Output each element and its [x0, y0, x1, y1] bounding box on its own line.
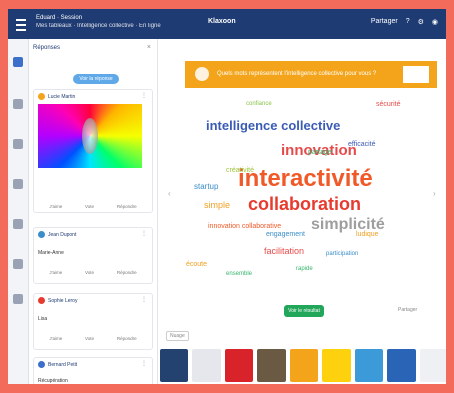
avatar	[38, 231, 45, 238]
cloud-word: efficacité	[348, 141, 376, 148]
quiz-icon[interactable]	[13, 139, 23, 149]
kaleidoscope-image	[38, 104, 142, 168]
more-icon[interactable]: ⋮	[141, 92, 147, 99]
question-banner: Quels mots représentent l'intelligence c…	[185, 61, 437, 88]
more-icon[interactable]: ⋮	[141, 230, 147, 237]
board-icon[interactable]	[13, 99, 23, 109]
prev-arrow-icon[interactable]: ‹	[168, 189, 171, 198]
avatar	[38, 297, 45, 304]
card-text: Marie-Anne	[38, 250, 64, 256]
cloud-word: simple	[204, 200, 231, 210]
card-text: Récupération	[38, 378, 68, 384]
app-logo: Klaxoon	[208, 18, 236, 25]
cloud-word: partage	[308, 149, 332, 156]
cloud-word: interactivité	[238, 165, 373, 192]
qr-code-icon[interactable]	[403, 66, 429, 83]
avatar	[38, 361, 45, 368]
view-result-button[interactable]: Voir le résultat	[284, 305, 324, 317]
cloud-word: facilitation	[264, 246, 305, 256]
thumbnail[interactable]	[289, 349, 319, 382]
main-panel: Quels mots représentent l'intelligence c…	[158, 39, 446, 384]
card-text: Lisa	[38, 316, 48, 322]
cloud-word: intelligence collective	[206, 118, 341, 133]
vote-button[interactable]: Vote	[85, 270, 94, 275]
card-actions: J'aime Vote Répondre	[38, 204, 148, 209]
cloud-tag[interactable]: Nuage	[166, 331, 189, 341]
card-header: Lucie Martin	[38, 93, 75, 100]
response-card[interactable]: Bernard Petit ⋮ Récupération	[33, 357, 153, 384]
lightbulb-icon	[195, 67, 209, 81]
thumbnail[interactable]	[160, 349, 189, 382]
cloud-word: créativité	[226, 167, 255, 174]
menu-icon[interactable]	[16, 19, 26, 31]
thumbnail[interactable]	[224, 349, 254, 382]
share-button[interactable]: Partager	[371, 18, 398, 26]
thumbnail[interactable]	[322, 349, 351, 382]
vote-button[interactable]: Vote	[85, 204, 94, 209]
like-button[interactable]: J'aime	[49, 270, 62, 275]
vote-button[interactable]: Vote	[85, 336, 94, 341]
profile-icon[interactable]: ◉	[432, 18, 438, 26]
avatar	[38, 93, 45, 100]
response-card[interactable]: Jean Dupont ⋮ Marie-Anne J'aime Vote Rép…	[33, 227, 153, 284]
cloud-word: ensemble	[226, 271, 253, 277]
cloud-word: ludique	[356, 231, 379, 238]
share-link[interactable]: Partager	[398, 307, 417, 313]
card-actions: J'aime Vote Répondre	[38, 336, 148, 341]
video-icon[interactable]	[13, 219, 23, 229]
members-icon[interactable]	[13, 259, 23, 269]
activity-icon[interactable]	[13, 57, 23, 67]
sidebar-title: Réponses	[33, 45, 61, 51]
more-icon[interactable]: ⋮	[141, 360, 147, 367]
card-author: Lucie Martin	[48, 93, 76, 100]
cloud-word: sécurité	[376, 101, 401, 108]
thumbnail-strip	[158, 349, 446, 384]
cloud-word: écoute	[186, 261, 208, 268]
board-title-text: Eduard · Session	[36, 15, 83, 21]
like-button[interactable]: J'aime	[49, 336, 62, 341]
help-icon[interactable]: ?	[406, 18, 410, 26]
thumbnail[interactable]	[354, 349, 384, 382]
cloud-word: participation	[326, 251, 359, 257]
thumbnail[interactable]	[257, 349, 286, 382]
like-button[interactable]: J'aime	[49, 204, 62, 209]
thumbnail[interactable]	[387, 349, 416, 382]
cloud-word: startup	[194, 182, 219, 191]
cloud-word: innovation collaborative	[208, 223, 282, 230]
board-subtitle: Mes tableaux · Intelligence collective ·…	[36, 23, 161, 29]
card-header: Bernard Petit	[38, 361, 77, 368]
reply-button[interactable]: Répondre	[117, 270, 137, 275]
responses-sidebar: Réponses × Voir la réponse Lucie Martin …	[29, 39, 158, 384]
reply-button[interactable]: Répondre	[117, 336, 137, 341]
survey-icon[interactable]	[13, 179, 23, 189]
close-icon[interactable]: ×	[147, 44, 151, 51]
card-header: Sophie Leroy	[38, 297, 77, 304]
card-author: Jean Dupont	[48, 231, 77, 238]
thumbnail[interactable]	[419, 349, 446, 382]
card-author: Bernard Petit	[48, 361, 78, 368]
word-cloud: interactivité collaboration intelligence c…	[186, 91, 426, 309]
card-author: Sophie Leroy	[48, 297, 78, 304]
response-card[interactable]: Sophie Leroy ⋮ Lisa J'aime Vote Répondre	[33, 293, 153, 350]
response-card[interactable]: Lucie Martin ⋮ J'aime Vote Répondre	[33, 89, 153, 213]
topbar-actions: Partager ? ⚙ ◉	[371, 18, 438, 26]
cloud-word: collaboration	[248, 194, 362, 214]
board-title: Eduard · Session Mes tableaux · Intellig…	[36, 14, 161, 30]
card-actions: J'aime Vote Répondre	[38, 270, 148, 275]
thumbnail[interactable]	[192, 349, 221, 382]
app-window: Eduard · Session Mes tableaux · Intellig…	[8, 9, 446, 384]
left-nav	[8, 39, 29, 384]
more-icon[interactable]: ⋮	[141, 296, 147, 303]
view-response-button[interactable]: Voir la réponse	[73, 74, 119, 84]
question-text: Quels mots représentent l'intelligence c…	[217, 71, 377, 77]
reply-button[interactable]: Répondre	[117, 204, 137, 209]
card-header: Jean Dupont	[38, 231, 76, 238]
cloud-word: engagement	[266, 231, 305, 238]
top-bar: Eduard · Session Mes tableaux · Intellig…	[8, 9, 446, 39]
next-arrow-icon[interactable]: ›	[433, 189, 436, 198]
stats-icon[interactable]	[13, 294, 23, 304]
settings-icon[interactable]: ⚙	[418, 18, 424, 26]
cloud-word: rapide	[296, 266, 313, 272]
cloud-word: confiance	[246, 101, 272, 107]
